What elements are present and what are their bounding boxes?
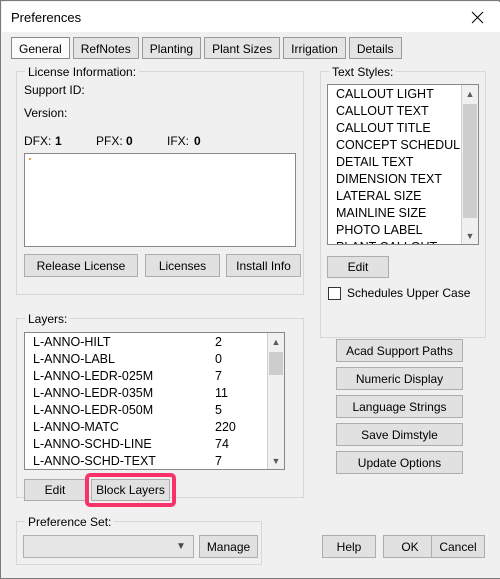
version-label: Version: <box>24 106 68 120</box>
tab-planting-label: Planting <box>149 42 194 56</box>
support-id-label: Support ID: <box>24 83 85 97</box>
preference-set-combo[interactable]: ▼ <box>23 535 194 558</box>
list-item[interactable]: CALLOUT TEXT <box>328 103 461 120</box>
list-item[interactable]: CALLOUT LIGHT <box>328 86 461 103</box>
table-row[interactable]: L-ANNO-SCHD-TEXT 7 <box>25 453 267 469</box>
chevron-down-icon[interactable]: ▼ <box>174 536 188 557</box>
dfx-value: 1 <box>55 134 62 148</box>
update-options-button[interactable]: Update Options <box>336 451 463 474</box>
list-item[interactable]: PLANT CALLOUT <box>328 239 461 244</box>
list-item[interactable]: CONCEPT SCHEDULE TE <box>328 137 461 154</box>
layer-name: L-ANNO-HILT <box>33 335 111 349</box>
table-row[interactable]: L-ANNO-HILT 2 <box>25 334 267 351</box>
layers-group-label: Layers: <box>25 312 71 326</box>
checkbox-box[interactable] <box>328 286 341 300</box>
list-item[interactable]: PHOTO LABEL <box>328 222 461 239</box>
layer-name: L-ANNO-LEDR-050M <box>33 403 154 417</box>
manage-button[interactable]: Manage <box>199 535 258 558</box>
text-styles-group-label: Text Styles: <box>329 65 397 79</box>
layer-name: L-ANNO-SCHD-TEXT <box>33 454 156 468</box>
layer-count: 2 <box>215 335 222 349</box>
preferences-dialog: Preferences General RefNotes Planting Plant… <box>0 0 500 579</box>
layer-count: 0 <box>215 352 222 366</box>
layer-count: 7 <box>215 369 222 383</box>
scrollbar-thumb[interactable] <box>269 352 283 375</box>
layer-count: 7 <box>215 454 222 468</box>
table-row[interactable]: L-ANNO-MATC 220 <box>25 419 267 436</box>
acad-support-paths-button[interactable]: Acad Support Paths <box>336 339 463 362</box>
release-license-button[interactable]: Release License <box>24 254 138 277</box>
schedules-upper-case-label: Schedules Upper Case <box>347 286 471 300</box>
window-title: Preferences <box>11 10 82 25</box>
tab-general[interactable]: General <box>11 37 70 59</box>
text-styles-edit-button[interactable]: Edit <box>327 256 389 278</box>
license-info-marker <box>29 158 31 160</box>
layer-count: 5 <box>215 403 222 417</box>
layers-scrollbar[interactable]: ▲ ▼ <box>267 333 284 469</box>
save-dimstyle-button[interactable]: Save Dimstyle <box>336 423 463 446</box>
ifx-value: 0 <box>194 134 201 148</box>
table-row[interactable]: L-ANNO-SCHD-LINE 74 <box>25 436 267 453</box>
pfx-label: PFX: <box>96 134 123 148</box>
title-bar: Preferences <box>2 2 500 32</box>
scroll-up-icon[interactable]: ▲ <box>268 333 284 350</box>
dfx-label: DFX: <box>24 134 52 148</box>
list-item[interactable]: DIMENSION TEXT <box>328 171 461 188</box>
scroll-down-icon[interactable]: ▼ <box>462 227 478 244</box>
layers-edit-button[interactable]: Edit <box>24 479 86 501</box>
ok-button[interactable]: OK <box>383 535 437 558</box>
layer-name: L-ANNO-MATC <box>33 420 119 434</box>
ifx-label: IFX: <box>167 134 190 148</box>
layer-name: L-ANNO-LEDR-035M <box>33 386 154 400</box>
tab-planting[interactable]: Planting <box>141 37 202 59</box>
layer-count: 74 <box>215 437 229 451</box>
table-row[interactable]: L-ANNO-LEDR-035M 11 <box>25 385 267 402</box>
block-layers-button[interactable]: Block Layers <box>91 479 170 501</box>
layer-name: L-ANNO-LABL <box>33 352 115 366</box>
scrollbar-thumb[interactable] <box>463 104 477 218</box>
tab-irrigation-label: Irrigation <box>291 42 338 56</box>
tab-refnotes[interactable]: RefNotes <box>72 37 139 59</box>
list-item[interactable]: CALLOUT TITLE <box>328 120 461 137</box>
tab-plant-sizes-label: Plant Sizes <box>212 42 273 56</box>
schedules-upper-case-checkbox[interactable]: Schedules Upper Case <box>328 286 470 300</box>
tab-plant-sizes[interactable]: Plant Sizes <box>204 37 281 59</box>
text-styles-scrollbar[interactable]: ▲ ▼ <box>461 85 478 244</box>
list-item[interactable]: LATERAL SIZE <box>328 188 461 205</box>
text-styles-listbox[interactable]: CALLOUT LIGHT CALLOUT TEXT CALLOUT TITLE… <box>327 84 479 245</box>
preference-set-group-label: Preference Set: <box>25 515 115 529</box>
text-styles-list-rows: CALLOUT LIGHT CALLOUT TEXT CALLOUT TITLE… <box>328 86 461 244</box>
scroll-down-icon[interactable]: ▼ <box>268 452 284 469</box>
tab-strip: General RefNotes Planting Plant Sizes Irriga… <box>11 37 405 61</box>
list-item[interactable]: MAINLINE SIZE <box>328 205 461 222</box>
table-row[interactable]: L-ANNO-LABL 0 <box>25 351 267 368</box>
language-strings-button[interactable]: Language Strings <box>336 395 463 418</box>
install-info-button[interactable]: Install Info <box>226 254 301 277</box>
layer-count: 220 <box>215 420 236 434</box>
numeric-display-button[interactable]: Numeric Display <box>336 367 463 390</box>
tab-details[interactable]: Details <box>348 37 402 59</box>
list-item[interactable]: DETAIL TEXT <box>328 154 461 171</box>
scroll-up-icon[interactable]: ▲ <box>462 85 478 102</box>
close-icon[interactable] <box>455 2 500 32</box>
tab-refnotes-label: RefNotes <box>80 42 131 56</box>
tab-general-label: General <box>19 42 62 56</box>
pfx-value: 0 <box>126 134 133 148</box>
tab-details-label: Details <box>356 42 394 56</box>
dialog-client-area: General RefNotes Planting Plant Sizes Irriga… <box>2 32 500 578</box>
layers-listbox[interactable]: L-ANNO-HILT 2 L-ANNO-LABL 0 L-ANNO-LEDR-02… <box>24 332 285 470</box>
tab-irrigation[interactable]: Irrigation <box>283 37 346 59</box>
licenses-button[interactable]: Licenses <box>145 254 220 277</box>
table-row[interactable]: L-ANNO-LEDR-050M 5 <box>25 402 267 419</box>
license-info-textbox[interactable] <box>24 153 296 247</box>
layer-name: L-ANNO-SCHD-LINE <box>33 437 152 451</box>
table-row[interactable]: L-ANNO-LEDR-025M 7 <box>25 368 267 385</box>
help-button[interactable]: Help <box>322 535 376 558</box>
license-information-group-label: License Information: <box>25 65 140 79</box>
cancel-button[interactable]: Cancel <box>431 535 485 558</box>
layer-name: L-ANNO-LEDR-025M <box>33 369 154 383</box>
layer-count: 11 <box>215 386 228 400</box>
layers-list-rows: L-ANNO-HILT 2 L-ANNO-LABL 0 L-ANNO-LEDR-02… <box>25 334 267 469</box>
